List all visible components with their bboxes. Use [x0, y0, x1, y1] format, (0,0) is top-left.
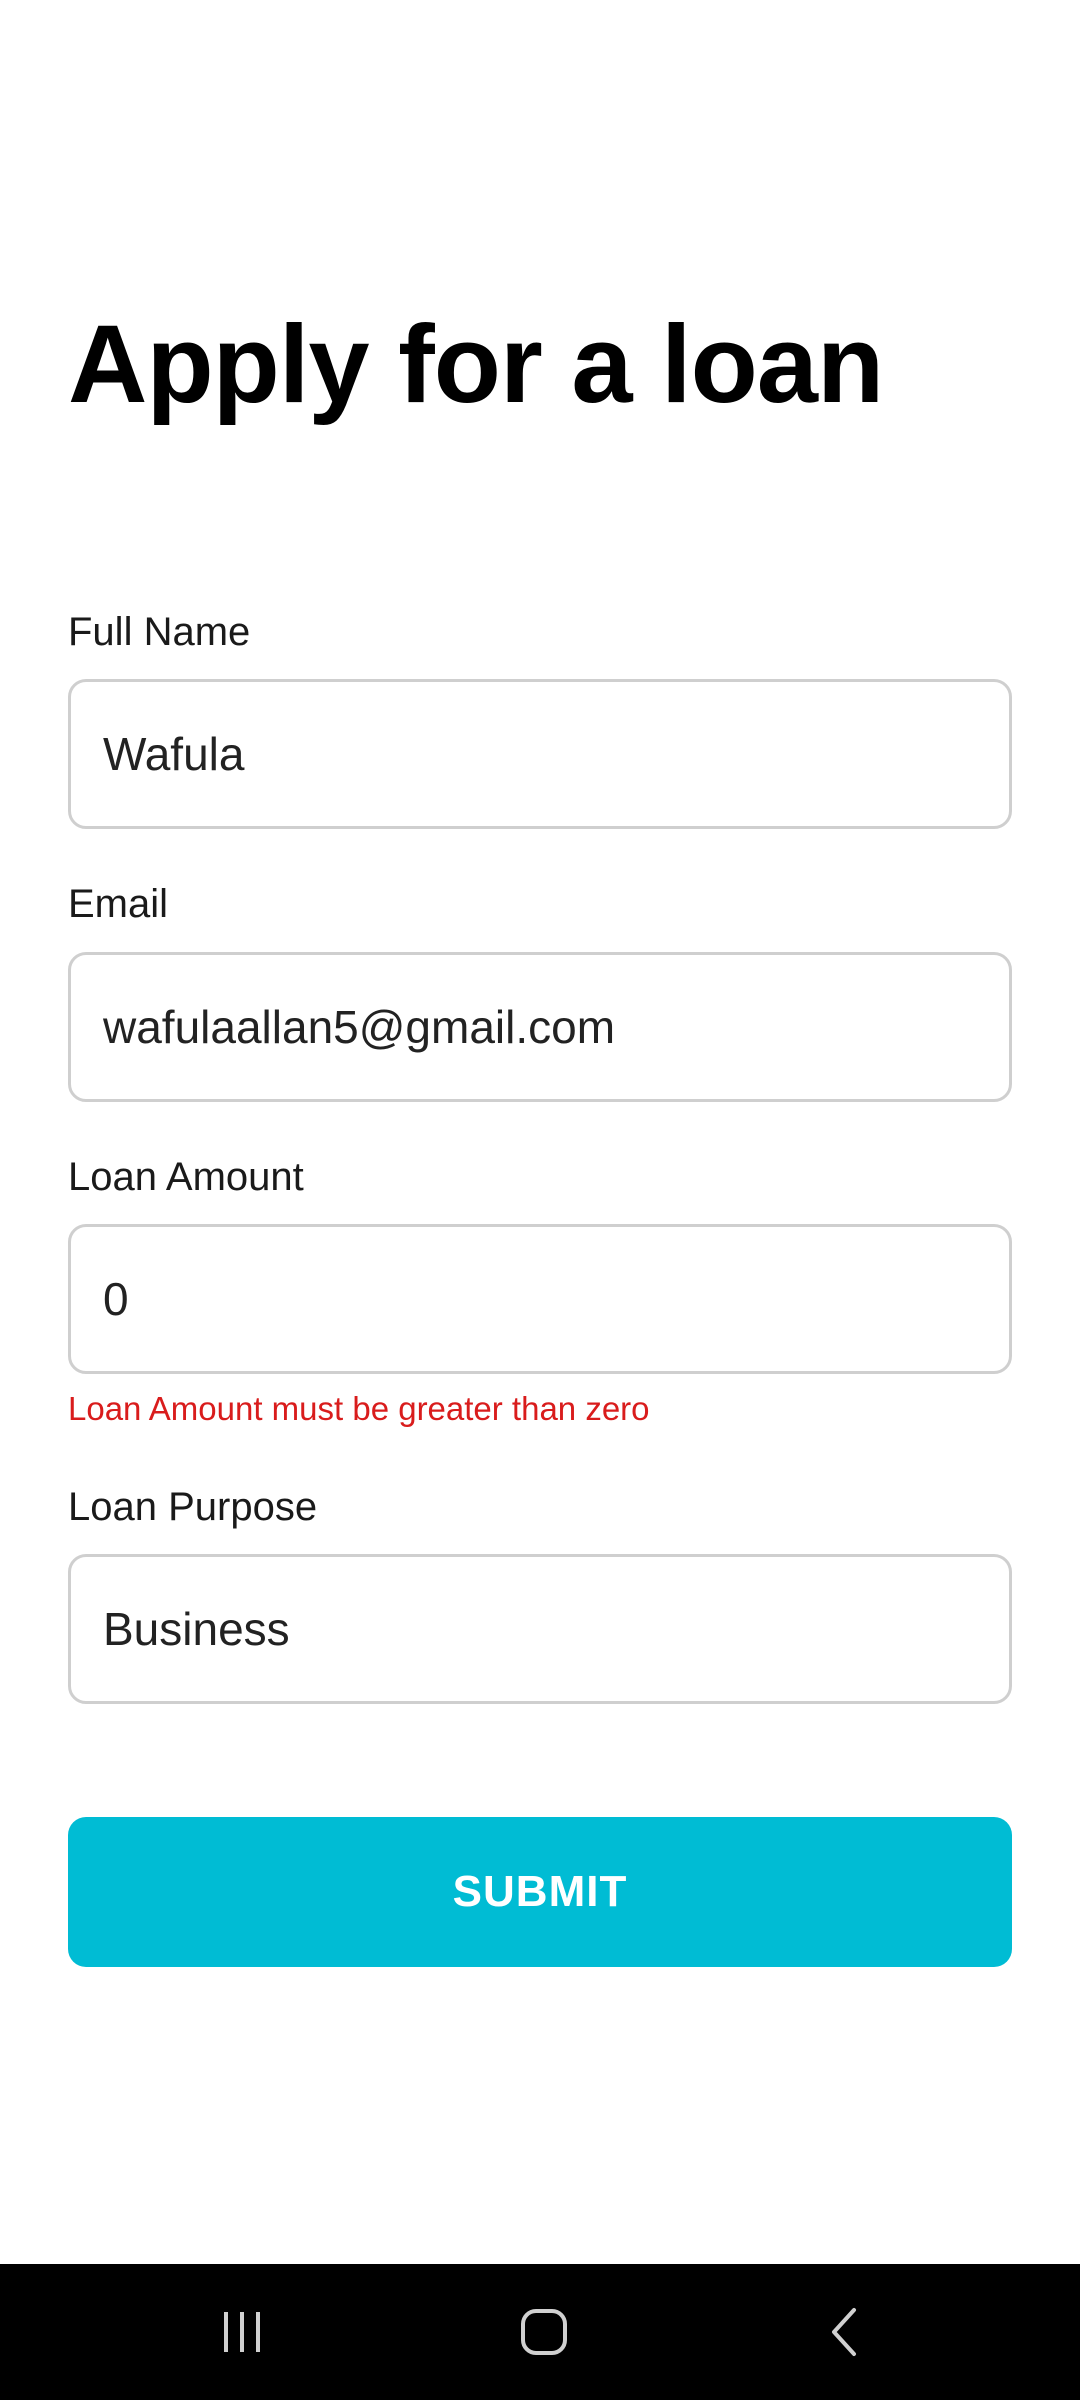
back-icon — [832, 2308, 856, 2356]
recent-apps-icon — [224, 2312, 260, 2352]
submit-button[interactable]: SUBMIT — [68, 1817, 1012, 1967]
full-name-label: Full Name — [68, 610, 251, 654]
loan-purpose-field[interactable] — [68, 1554, 1012, 1704]
system-navigation-bar — [0, 2264, 1080, 2400]
email-label: Email — [68, 882, 169, 926]
full-name-input[interactable] — [103, 727, 983, 781]
email-field[interactable] — [68, 952, 1012, 1102]
home-icon — [521, 2309, 567, 2355]
loan-amount-error: Loan Amount must be greater than zero — [68, 1390, 650, 1427]
loan-application-screen: Apply for a loan Full Name Email Loan Am… — [0, 0, 1080, 2400]
page-title: Apply for a loan — [68, 303, 884, 426]
email-input[interactable] — [103, 1000, 983, 1054]
loan-amount-input[interactable] — [103, 1272, 983, 1326]
loan-amount-label: Loan Amount — [68, 1155, 304, 1199]
loan-purpose-label: Loan Purpose — [68, 1485, 318, 1529]
full-name-field[interactable] — [68, 679, 1012, 829]
home-button[interactable] — [484, 2292, 604, 2372]
recent-apps-button[interactable] — [182, 2292, 302, 2372]
loan-purpose-input[interactable] — [103, 1602, 983, 1656]
loan-amount-field[interactable] — [68, 1224, 1012, 1374]
back-button[interactable] — [786, 2292, 906, 2372]
